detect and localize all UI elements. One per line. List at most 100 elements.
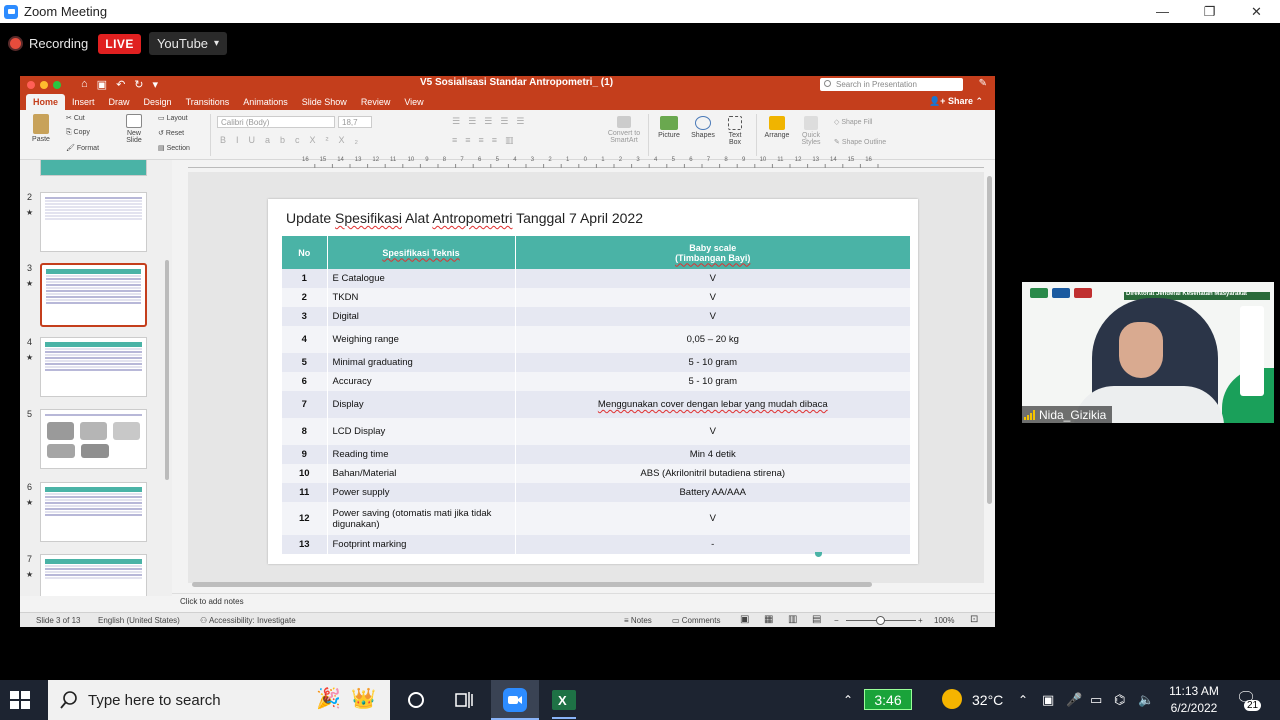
new-slide-button[interactable]: New Slide [120,114,148,144]
reset-button[interactable]: ↺ Reset [158,129,184,137]
table-row[interactable]: 7 Display Menggunakan cover dengan lebar y… [282,391,911,418]
table-row[interactable]: 8 LCD Display V [282,418,911,445]
network-icon[interactable]: ⌬ [1114,680,1125,720]
live-badge[interactable]: LIVE [98,33,141,54]
cortana-icon[interactable] [404,688,428,712]
table-row[interactable]: 9 Reading time Min 4 detik [282,445,911,464]
share-button[interactable]: 👤+ Share ⌃ [929,96,983,107]
convert-smartart-button[interactable]: Convert to SmartArt [604,116,644,144]
weather-temp[interactable]: 32°C [972,680,1003,720]
task-view-icon[interactable] [452,688,476,712]
layout-button[interactable]: ▭ Layout [158,114,188,122]
tab-draw[interactable]: Draw [102,94,137,110]
normal-view-icon[interactable]: ▣ [740,614,749,625]
table-row[interactable]: 10 Bahan/Material ABS (Akrilonitril butadi… [282,464,911,483]
comments-toggle[interactable]: ▭ Comments [672,616,720,625]
zoom-slider-handle[interactable] [876,616,885,625]
undo-icon[interactable]: ↶ [116,78,125,91]
taskbar-search-input[interactable]: Type here to search 🎉 👑 [48,680,390,720]
tab-design[interactable]: Design [137,94,179,110]
slideshow-view-icon[interactable]: ▤ [812,614,821,625]
tab-transitions[interactable]: Transitions [179,94,237,110]
table-row[interactable]: 4 Weighing range 0,05 – 20 kg [282,326,911,353]
participant-video[interactable]: Direktorat Jenderal Kesehatan Masyarakat… [1022,282,1274,423]
text-box-button[interactable]: Text Box [722,116,748,146]
meeting-timer[interactable]: 3:46 [864,689,912,710]
taskbar-zoom-app[interactable] [491,680,539,720]
paste-button[interactable]: Paste [28,114,54,143]
font-size-select[interactable]: 18,7 [338,116,372,128]
mac-close-icon[interactable] [27,80,35,89]
reading-view-icon[interactable]: ▥ [788,614,797,625]
shape-fill-button[interactable]: ◇ Shape Fill [834,118,872,126]
align-buttons[interactable]: ≡≡≡≡▥ [452,135,522,146]
table-row[interactable]: 1E Catalogue V [282,269,911,288]
zoom-level[interactable]: 100% [934,616,954,625]
close-button[interactable]: ✕ [1233,0,1280,23]
fit-slide-icon[interactable]: ⊡ [970,614,978,625]
tab-home[interactable]: Home [26,94,66,110]
section-button[interactable]: ▤ Section [158,144,190,152]
tab-animations[interactable]: Animations [236,94,295,110]
table-row[interactable]: 3 Digital V [282,307,911,326]
ppt-search-input[interactable]: Search in Presentation [820,78,963,91]
excel-app-icon[interactable]: X [552,688,576,712]
notes-pane[interactable]: Click to add notes [172,593,995,610]
weather-sun-icon[interactable] [942,689,962,709]
volume-icon[interactable]: 🔈 [1138,680,1154,720]
thumbnails-scrollbar[interactable] [165,260,169,480]
mac-zoom-icon[interactable] [53,80,61,89]
table-row[interactable]: 12 Power saving (otomatis mati jika tidak… [282,502,911,535]
copy-button[interactable]: ⎘ Copy [66,129,90,137]
taskbar-clock[interactable]: 11:13 AM 6/2/2022 [1162,683,1226,717]
tab-slide-show[interactable]: Slide Show [295,94,354,110]
spec-table[interactable]: No Spesifikasi Teknis Baby scale (Timbang… [282,236,911,554]
customize-icon[interactable]: ▾ [153,78,159,91]
notification-center[interactable]: 🗨 21 [1236,688,1262,711]
slide-handle-icon[interactable] [815,552,822,557]
accessibility-button[interactable]: ⚇ Accessibility: Investigate [200,616,296,625]
stream-target-dropdown[interactable]: YouTube ▾ [148,32,228,55]
save-icon[interactable]: ▣ [97,78,107,91]
notes-toggle[interactable]: ≡ Notes [624,616,652,625]
cut-button[interactable]: ✂ Cut [66,114,85,122]
hidden-icons-icon[interactable]: ⌃ [1018,680,1028,720]
mac-minimize-icon[interactable] [40,80,48,89]
home-icon[interactable]: ⌂ [81,78,88,91]
format-painter-button[interactable]: 🖌 Format [66,144,99,152]
zoom-out-icon[interactable]: − [834,616,839,625]
tab-view[interactable]: View [397,94,430,110]
slide-horizontal-scrollbar[interactable] [192,582,872,587]
arrange-button[interactable]: Arrange [762,116,792,139]
table-row[interactable]: 5 Minimal graduating 5 - 10 gram [282,353,911,372]
ppt-ribbon-tabs: Home Insert Draw Design Transitions Anim… [20,93,995,110]
shapes-button[interactable]: Shapes [688,116,718,139]
slide-title[interactable]: Update Spesifikasi Alat Antropometri Tan… [286,210,643,226]
picture-button[interactable]: Picture [654,116,684,139]
slide-vertical-scrollbar[interactable] [987,176,992,504]
maximize-button[interactable]: ❐ [1186,0,1233,23]
shape-outline-button[interactable]: ✎ Shape Outline [834,138,886,146]
zoom-in-icon[interactable]: + [918,616,923,625]
meet-now-icon[interactable]: ▣ [1042,680,1054,720]
recording-label[interactable]: Recording [29,36,88,51]
redo-icon[interactable]: ↻ [134,78,143,91]
minimize-button[interactable]: — [1139,0,1186,23]
quick-styles-button[interactable]: Quick Styles [796,116,826,146]
tray-overflow-icon[interactable]: ⌃ [843,680,853,720]
slide[interactable]: Update Spesifikasi Alat Antropometri Tan… [268,199,918,564]
tab-review[interactable]: Review [354,94,398,110]
table-row[interactable]: 11 Power supply Battery AA/AAA [282,483,911,502]
microphone-icon[interactable]: 🎤 [1066,680,1082,720]
table-row[interactable]: 6 Accuracy 5 - 10 gram [282,372,911,391]
windows-start-icon[interactable] [10,691,30,709]
tab-insert[interactable]: Insert [65,94,102,110]
battery-icon[interactable]: ▭ [1090,680,1102,720]
list-buttons[interactable]: ☰☰☰☰☰ [452,116,532,127]
table-row[interactable]: 2 TKDN V [282,288,911,307]
language-indicator[interactable]: English (United States) [98,616,180,625]
font-style-buttons[interactable]: BIUabcX²X₂ [220,135,368,145]
font-family-select[interactable]: Calibri (Body) [217,116,335,128]
sorter-view-icon[interactable]: ▦ [764,614,773,625]
user-icon[interactable]: ✎ [979,78,987,89]
